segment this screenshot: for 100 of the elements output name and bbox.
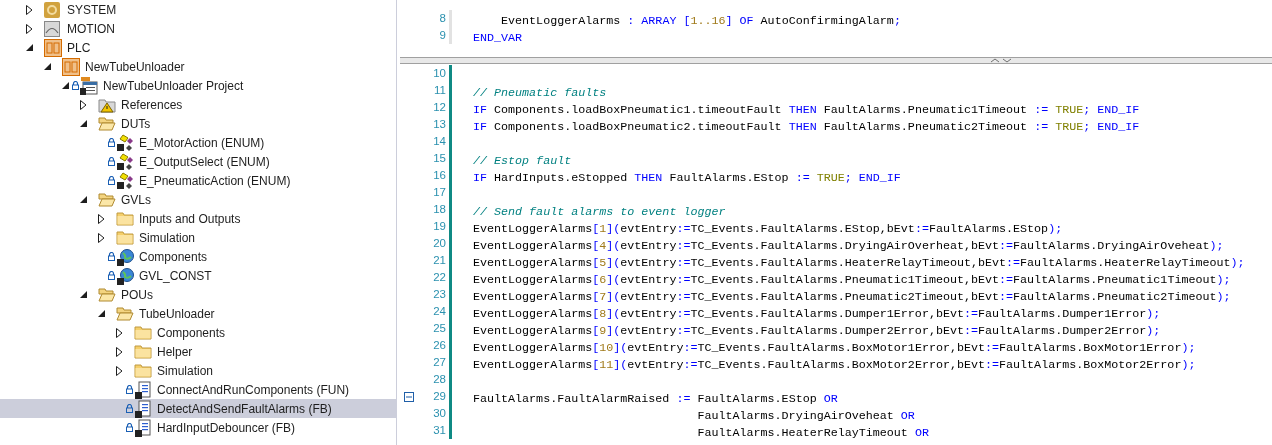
code-line: FaultAlarms.FaultAlarmRaised := FaultAlarms.EStop OR	[473, 391, 838, 406]
line-number: 16	[433, 167, 446, 183]
code-line: IF Components.loadBoxPneumatic1.timeoutFault THEN FaultAlarms.Pneumatic1Timeout := TRUE; END_IF	[473, 102, 1140, 117]
document-icon	[134, 399, 152, 418]
tree-item[interactable]: E_PneumaticAction (ENUM)	[0, 171, 396, 190]
collapsed-triangle-icon[interactable]	[116, 365, 123, 376]
code-line: EventLoggerAlarms[10](evtEntry:=TC_Events.FaultAlarms.BoxMotor1Error,bEvt:=FaultAlarms.BoxMotor1Error);	[473, 340, 1196, 355]
code-line: IF Components.loadBoxPneumatic2.timeoutFault THEN FaultAlarms.Pneumatic2Timeout := TRUE; END_IF	[473, 119, 1140, 134]
collapsed-triangle-icon[interactable]	[116, 327, 123, 338]
tree-item-label: Simulation	[157, 362, 214, 380]
code-line: // Pneumatic faults	[473, 85, 607, 100]
tree-item[interactable]: Inputs and Outputs	[0, 209, 396, 228]
lock-icon	[108, 176, 115, 185]
document-icon	[134, 380, 152, 399]
line-number: 19	[433, 218, 446, 234]
tree-item[interactable]: DUTs	[0, 114, 396, 133]
lock-icon	[108, 138, 115, 147]
tree-item-label: DUTs	[121, 115, 151, 133]
tree-item[interactable]: E_OutputSelect (ENUM)	[0, 152, 396, 171]
tree-item-label: MOTION	[67, 20, 115, 38]
lock-icon	[126, 385, 133, 394]
tree-item[interactable]: Simulation	[0, 361, 396, 380]
code-line: IF HardInputs.eStopped THEN FaultAlarms.EStop := TRUE; END_IF	[473, 170, 901, 185]
line-number: 14	[433, 133, 446, 149]
tree-item[interactable]: HardInputDebouncer (FB)	[0, 418, 396, 437]
line-number: 23	[433, 286, 446, 302]
tree-item[interactable]: PLC	[0, 38, 396, 57]
tree-item-label: GVLs	[121, 191, 151, 209]
line-number: 24	[433, 303, 446, 319]
tree-item-label: ConnectAndRunComponents (FUN)	[157, 381, 350, 399]
code-line: EventLoggerAlarms[5](evtEntry:=TC_Events.FaultAlarms.HeaterRelayTimeout,bEvt:=FaultAlarms.HeaterRelayTimeout);	[473, 255, 1245, 270]
lock-icon	[108, 157, 115, 166]
collapsed-triangle-icon[interactable]	[98, 232, 105, 243]
expanded-triangle-icon[interactable]	[62, 82, 69, 89]
line-number: 12	[433, 99, 446, 115]
tree-item[interactable]: E_MotorAction (ENUM)	[0, 133, 396, 152]
tree-item-label: Components	[139, 248, 208, 266]
tree-item[interactable]: NewTubeUnloader Project	[0, 76, 396, 95]
tree-item-label: Simulation	[139, 229, 196, 247]
tree-item-label: Inputs and Outputs	[139, 210, 241, 228]
tree-item[interactable]: SYSTEM	[0, 0, 396, 19]
code-line: // Send fault alarms to event logger	[473, 204, 726, 219]
tree-item-label: HardInputDebouncer (FB)	[157, 419, 296, 437]
data-type-icon	[116, 152, 134, 171]
tree-item-label: TubeUnloader	[139, 305, 215, 323]
data-type-icon	[116, 133, 134, 152]
tree-item-label: PLC	[67, 39, 91, 57]
splitter-handle-icon[interactable]	[990, 58, 1012, 63]
gear-icon	[44, 1, 60, 18]
folder-icon	[134, 362, 152, 379]
code-line: END_VAR	[473, 30, 523, 45]
code-line: EventLoggerAlarms[6](evtEntry:=TC_Events.FaultAlarms.Pneumatic1Timeout,bEvt:=FaultAlarms.Pneumatic1Timeout);	[473, 272, 1231, 287]
tree-item[interactable]: Helper	[0, 342, 396, 361]
open-folder-icon	[98, 115, 116, 132]
folder-icon	[134, 324, 152, 341]
line-number: 15	[433, 150, 446, 166]
folder-icon	[116, 229, 134, 246]
expanded-triangle-icon[interactable]	[44, 63, 51, 70]
motion-icon	[44, 20, 60, 37]
line-number: 20	[433, 235, 446, 251]
expanded-triangle-icon[interactable]	[26, 44, 33, 51]
tree-item[interactable]: Simulation	[0, 228, 396, 247]
tree-item[interactable]: MOTION	[0, 19, 396, 38]
data-type-icon	[116, 171, 134, 190]
tree-item[interactable]: GVLs	[0, 190, 396, 209]
expanded-triangle-icon[interactable]	[80, 291, 87, 298]
tree-item-label: Helper	[157, 343, 193, 361]
lock-icon	[72, 81, 79, 90]
tree-item[interactable]: Components	[0, 247, 396, 266]
folder-icon	[134, 343, 152, 360]
expanded-triangle-icon[interactable]	[80, 196, 87, 203]
line-number: 26	[433, 337, 446, 353]
plc-icon	[62, 57, 80, 76]
collapsed-triangle-icon[interactable]	[80, 99, 87, 110]
tree-item[interactable]: Components	[0, 323, 396, 342]
collapsed-triangle-icon[interactable]	[26, 23, 33, 34]
tree-item[interactable]: TubeUnloader	[0, 304, 396, 323]
line-number: 13	[433, 116, 446, 132]
code-line: EventLoggerAlarms[4](evtEntry:=TC_Events.FaultAlarms.DryingAirOverheat,bEvt:=FaultAlarms.DryingAirOveheat);	[473, 238, 1224, 253]
tree-item[interactable]: POUs	[0, 285, 396, 304]
tree-item[interactable]: GVL_CONST	[0, 266, 396, 285]
folder-icon	[116, 210, 134, 227]
collapsed-triangle-icon[interactable]	[98, 213, 105, 224]
lock-icon	[126, 423, 133, 432]
expanded-triangle-icon[interactable]	[80, 120, 87, 127]
collapsed-triangle-icon[interactable]	[116, 346, 123, 357]
line-number: 18	[433, 201, 446, 217]
globe-icon	[116, 266, 134, 285]
collapsed-triangle-icon[interactable]	[26, 4, 33, 15]
tree-item[interactable]: ConnectAndRunComponents (FUN)	[0, 380, 396, 399]
line-number: 10	[433, 65, 446, 81]
tree-item-label: SYSTEM	[67, 1, 117, 19]
line-number: 27	[433, 354, 446, 370]
line-number: 11	[434, 82, 446, 98]
tree-item[interactable]: DetectAndSendFaultAlarms (FB)	[0, 399, 396, 418]
collapse-box-icon[interactable]	[404, 391, 414, 402]
expanded-triangle-icon[interactable]	[98, 310, 105, 317]
tree-item[interactable]: NewTubeUnloader	[0, 57, 396, 76]
tree-item[interactable]: References	[0, 95, 396, 114]
line-number: 29	[433, 388, 446, 404]
